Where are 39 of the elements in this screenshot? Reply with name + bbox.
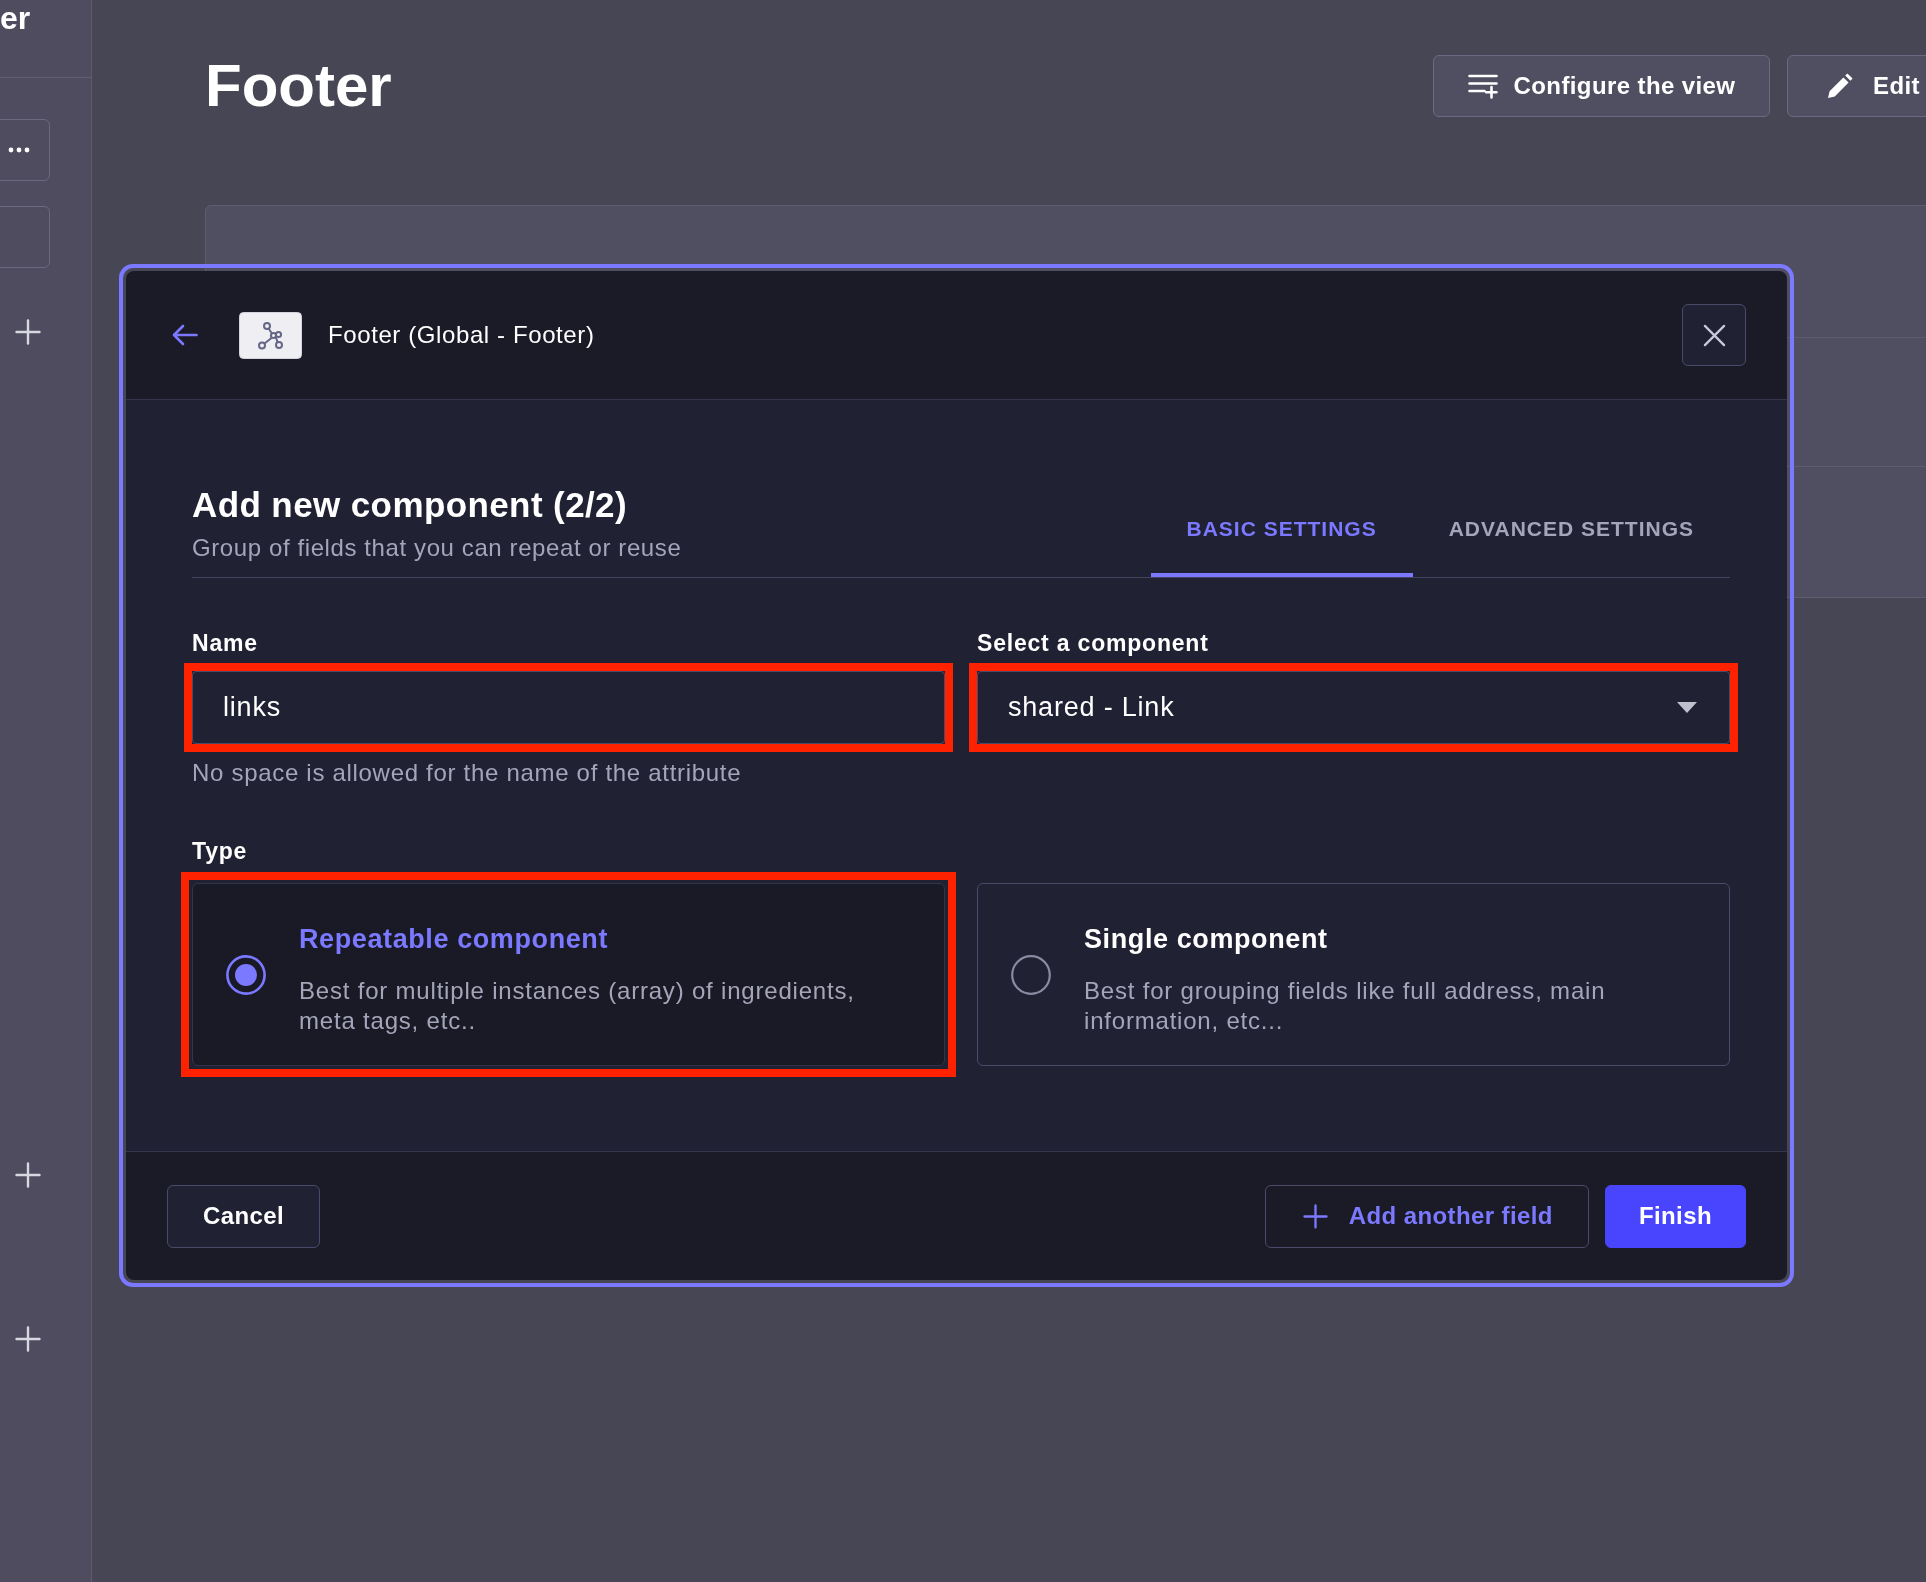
arrow-left-icon[interactable] [172, 324, 198, 346]
more-icon [8, 147, 30, 153]
page-title: Footer [205, 51, 392, 121]
close-button[interactable] [1682, 304, 1746, 366]
option-description: Best for grouping fields like full address, main information, etc... [1084, 976, 1607, 1036]
plus-icon[interactable] [15, 319, 41, 345]
option-card[interactable]: Repeatable component Best for multiple instances (array) of ingredients, meta tags, etc.. [192, 883, 945, 1066]
dialog-title: Footer (Global - Footer) [328, 321, 595, 349]
field-hint: No space is allowed for the name of the attribute [192, 759, 743, 787]
edit-button[interactable]: Edit [1787, 55, 1926, 117]
sidebar-field[interactable] [0, 206, 50, 268]
tab[interactable]: ADVANCED SETTINGS [1412, 505, 1730, 577]
option-card[interactable]: Single component Best for grouping fields like full address, main information, etc... [977, 883, 1730, 1066]
sidebar-title: er [0, 0, 31, 37]
cancel-button[interactable]: Cancel [167, 1184, 321, 1248]
field-label: Select a component [977, 630, 1210, 656]
configure-button[interactable]: Configure the view [1433, 55, 1770, 117]
radio-button[interactable] [1011, 954, 1051, 995]
dialog-subheading: Group of fields that you can repeat or reuse [192, 533, 682, 563]
pencil-icon [1827, 73, 1853, 99]
dialog-heading: Add new component (2/2) [192, 485, 629, 525]
list-plus-icon [1467, 73, 1498, 99]
field-label: Type [192, 838, 249, 864]
option-title: Single component [1084, 923, 1329, 955]
field-label: Name [192, 630, 259, 656]
name-input[interactable]: links [192, 671, 945, 744]
component-select[interactable]: shared - Link [977, 671, 1730, 744]
option-title: Repeatable component [299, 923, 610, 955]
nodes-icon [239, 311, 302, 359]
close-icon [1702, 323, 1726, 347]
plus-icon [1302, 1203, 1328, 1229]
plus-icon[interactable] [15, 1326, 41, 1352]
finish-button[interactable]: Finish [1604, 1184, 1746, 1248]
option-description: Best for multiple instances (array) of ingredients, meta tags, etc.. [299, 976, 856, 1036]
radio-button[interactable] [226, 954, 266, 995]
plus-icon[interactable] [15, 1162, 41, 1188]
caret-icon [1677, 702, 1697, 713]
add-field-button[interactable]: Add another field [1264, 1184, 1589, 1248]
tab[interactable]: BASIC SETTINGS [1150, 505, 1413, 577]
